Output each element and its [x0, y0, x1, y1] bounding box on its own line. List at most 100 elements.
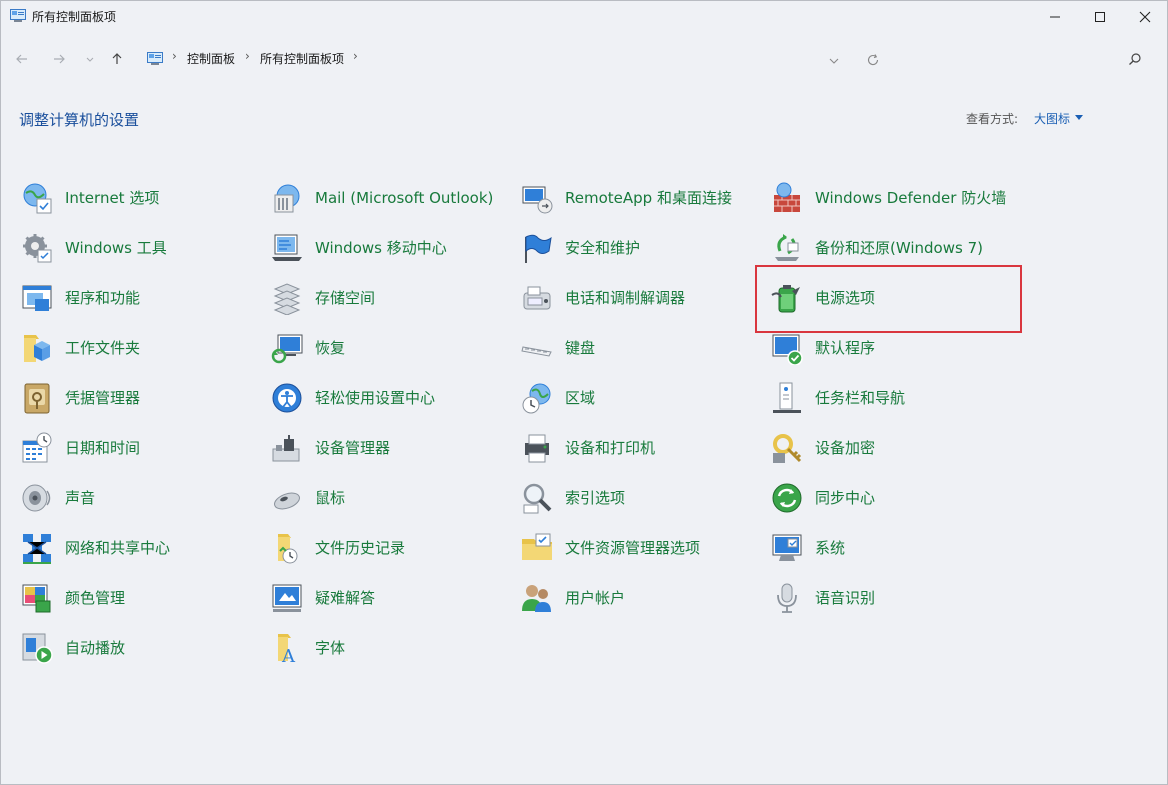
- control-panel-window: 所有控制面板项 › 控制面板 › 所有控制面板项 › 调整计算机的设置 查看方式…: [0, 0, 1168, 785]
- breadcrumb-separator[interactable]: ›: [353, 49, 358, 63]
- file-history-icon: [270, 531, 304, 565]
- ease-of-access-icon: [270, 381, 304, 415]
- svg-text:A: A: [281, 646, 296, 665]
- minimize-button[interactable]: [1032, 1, 1078, 33]
- control-panel-item-label: 任务栏和导航: [815, 388, 906, 407]
- control-panel-item[interactable]: Windows Defender 防火墙: [770, 178, 1015, 218]
- up-button[interactable]: [107, 49, 127, 69]
- color-management-icon: [20, 581, 54, 615]
- control-panel-item[interactable]: 日期和时间: [20, 428, 140, 468]
- control-panel-item-label: 日期和时间: [65, 438, 141, 457]
- control-panel-item-label: RemoteApp 和桌面连接: [565, 188, 732, 207]
- control-panel-item-label: 设备加密: [815, 438, 876, 457]
- search-icon: [1129, 53, 1141, 65]
- control-panel-item[interactable]: 颜色管理: [20, 578, 125, 618]
- page-title: 调整计算机的设置: [19, 111, 140, 129]
- control-panel-item[interactable]: Windows 工具: [20, 228, 167, 268]
- recent-locations-button[interactable]: [80, 49, 100, 69]
- control-panel-item-label: 鼠标: [315, 488, 346, 507]
- control-panel-item[interactable]: 安全和维护: [520, 228, 640, 268]
- default-programs-icon: [770, 331, 804, 366]
- programs-icon: [20, 281, 54, 315]
- control-panel-item-label: 存储空间: [315, 288, 376, 307]
- control-panel-item[interactable]: 凭据管理器: [20, 378, 140, 418]
- firewall-icon: [770, 181, 804, 215]
- arrow-right-icon: [54, 54, 65, 64]
- control-panel-item[interactable]: 电话和调制解调器: [520, 278, 685, 318]
- control-panel-item[interactable]: 备份和还原(Windows 7): [770, 228, 983, 268]
- control-panel-item[interactable]: 默认程序: [770, 328, 875, 368]
- control-panel-item[interactable]: 疑难解答: [270, 578, 375, 618]
- control-panel-item[interactable]: 区域: [520, 378, 595, 418]
- control-panel-item-label: 语音识别: [815, 588, 876, 607]
- control-panel-item[interactable]: 系统: [770, 528, 845, 568]
- control-panel-item[interactable]: Internet 选项: [20, 178, 159, 218]
- network-icon: [20, 531, 54, 565]
- explorer-options-icon: [520, 531, 554, 565]
- control-panel-item[interactable]: 电源选项: [770, 278, 875, 318]
- navigation-bar: › 控制面板 › 所有控制面板项 ›: [1, 41, 1167, 77]
- refresh-button[interactable]: [866, 52, 880, 71]
- phone-modem-icon: [520, 281, 554, 315]
- control-panel-crumb-icon[interactable]: [147, 52, 163, 65]
- control-panel-item[interactable]: 设备管理器: [270, 428, 390, 468]
- breadcrumb-all-items[interactable]: 所有控制面板项: [260, 50, 344, 67]
- control-panel-item[interactable]: 声音: [20, 478, 95, 518]
- control-panel-item-label: 恢复: [315, 338, 346, 357]
- control-panel-item[interactable]: 程序和功能: [20, 278, 140, 318]
- chevron-down-icon: [86, 57, 94, 62]
- close-button[interactable]: [1122, 1, 1168, 33]
- window-title: 所有控制面板项: [32, 10, 117, 24]
- control-panel-item[interactable]: Mail (Microsoft Outlook): [270, 178, 493, 218]
- control-panel-item[interactable]: 存储空间: [270, 278, 375, 318]
- control-panel-item[interactable]: Windows 移动中心: [270, 228, 447, 268]
- forward-button[interactable]: [49, 49, 69, 69]
- title-bar: 所有控制面板项: [1, 1, 1167, 33]
- control-panel-item-label: 安全和维护: [565, 238, 641, 257]
- user-accounts-icon: [520, 581, 554, 615]
- storage-spaces-icon: [270, 281, 304, 316]
- sound-icon: [20, 481, 54, 515]
- control-panel-item[interactable]: 鼠标: [270, 478, 345, 518]
- breadcrumb-separator[interactable]: ›: [172, 49, 177, 63]
- backup-icon: [770, 231, 804, 265]
- control-panel-item[interactable]: 索引选项: [520, 478, 625, 518]
- control-panel-item[interactable]: 工作文件夹: [20, 328, 140, 368]
- remoteapp-icon: [520, 181, 554, 215]
- chevron-down-icon: [829, 58, 839, 64]
- control-panel-item[interactable]: 设备和打印机: [520, 428, 655, 468]
- control-panel-item-label: 疑难解答: [315, 588, 376, 607]
- control-panel-item[interactable]: 键盘: [520, 328, 595, 368]
- control-panel-item[interactable]: RemoteApp 和桌面连接: [520, 178, 732, 218]
- control-panel-item[interactable]: 自动播放: [20, 628, 125, 668]
- keyboard-icon: [520, 331, 554, 365]
- search-button[interactable]: [1128, 51, 1142, 70]
- control-panel-item[interactable]: 文件历史记录: [270, 528, 405, 568]
- speech-recognition-icon: [770, 581, 804, 615]
- control-panel-item[interactable]: 语音识别: [770, 578, 875, 618]
- control-panel-item[interactable]: A 字体: [270, 628, 345, 668]
- caret-down-icon[interactable]: [1075, 115, 1083, 120]
- control-panel-item[interactable]: 任务栏和导航: [770, 378, 905, 418]
- control-panel-item[interactable]: 设备加密: [770, 428, 875, 468]
- control-panel-item-label: 电话和调制解调器: [565, 288, 686, 307]
- control-panel-item-label: 键盘: [565, 338, 596, 357]
- control-panel-item[interactable]: 同步中心: [770, 478, 875, 518]
- breadcrumb-separator[interactable]: ›: [245, 49, 250, 63]
- maximize-button[interactable]: [1077, 1, 1123, 33]
- back-button[interactable]: [12, 49, 32, 69]
- control-panel-item-label: 区域: [565, 388, 596, 407]
- mobility-center-icon: [270, 231, 304, 265]
- control-panel-item[interactable]: 文件资源管理器选项: [520, 528, 700, 568]
- breadcrumb-control-panel[interactable]: 控制面板: [187, 50, 235, 67]
- device-encryption-icon: [770, 431, 804, 465]
- autoplay-icon: [20, 631, 54, 665]
- view-by-dropdown[interactable]: 大图标: [1034, 110, 1070, 127]
- control-panel-item[interactable]: 用户帐户: [520, 578, 625, 618]
- control-panel-item[interactable]: 轻松使用设置中心: [270, 378, 435, 418]
- control-panel-item-label: 凭据管理器: [65, 388, 141, 407]
- view-by-label: 查看方式:: [966, 112, 1019, 126]
- control-panel-item[interactable]: 网络和共享中心: [20, 528, 170, 568]
- control-panel-item[interactable]: 恢复: [270, 328, 345, 368]
- address-dropdown-button[interactable]: [828, 52, 840, 71]
